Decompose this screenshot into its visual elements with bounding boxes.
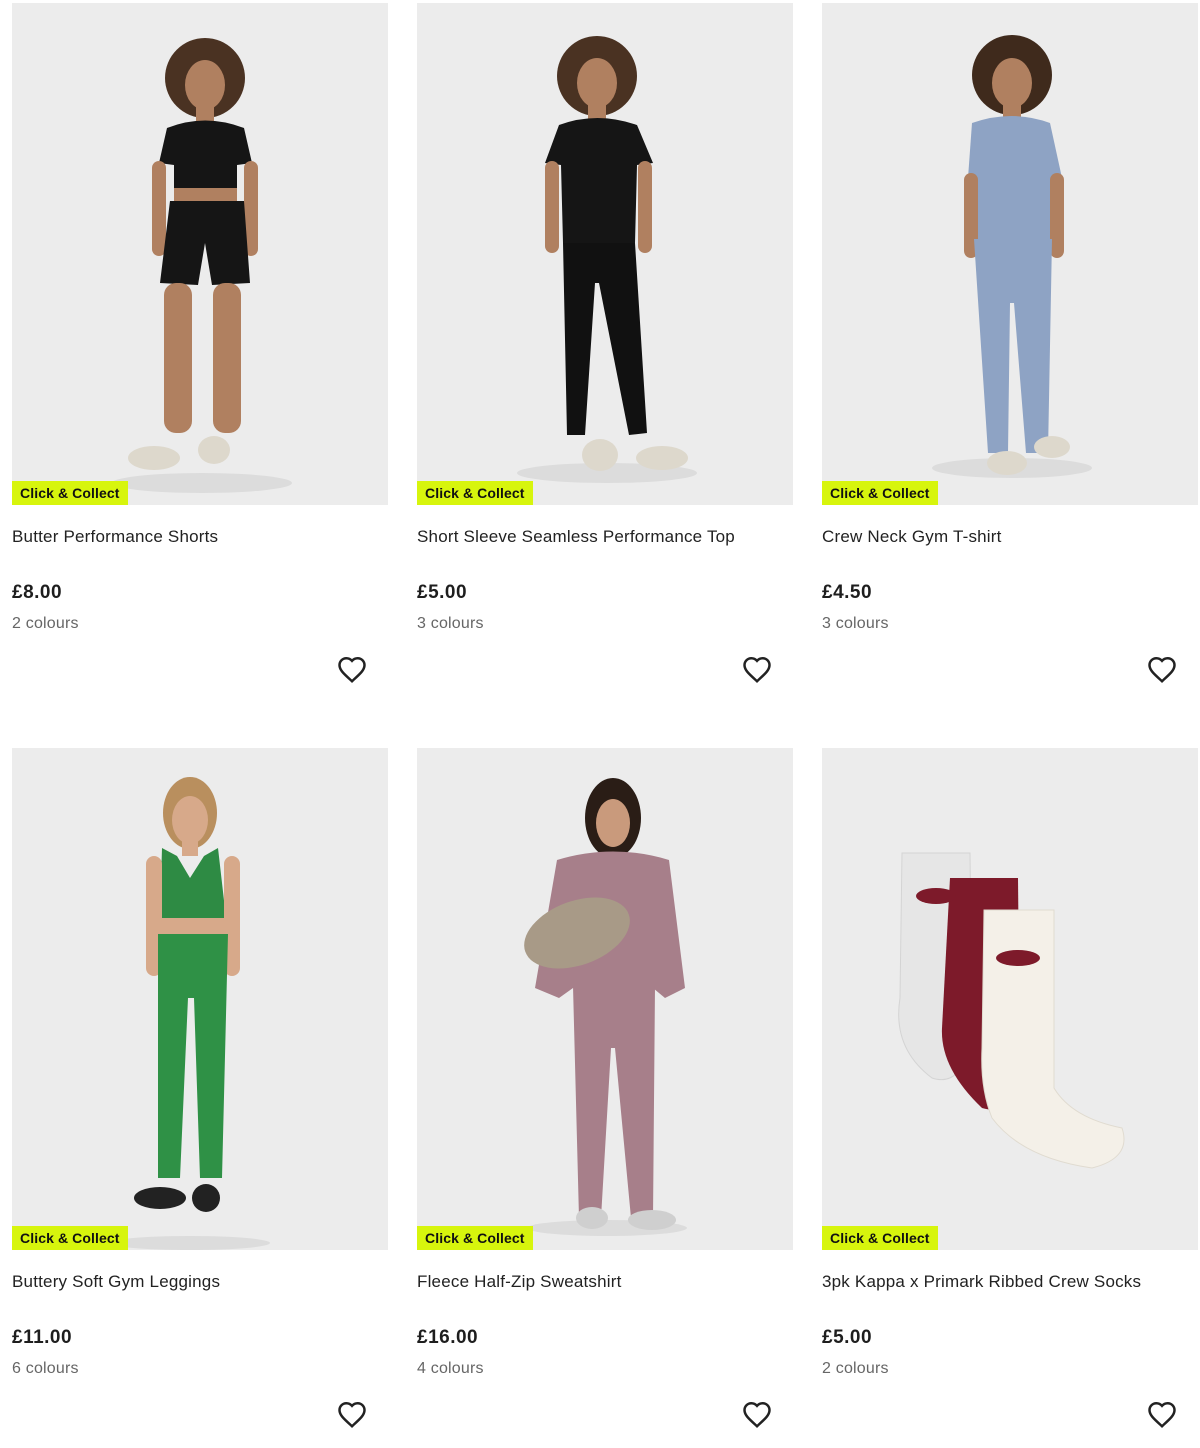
product-colours: 3 colours: [417, 615, 484, 632]
product-price: £8.00: [12, 582, 63, 603]
product-colours: 3 colours: [822, 615, 889, 632]
product-card[interactable]: Click & Collect Fleece Half-Zip Sweatshi…: [417, 748, 793, 1448]
heart-outline-icon[interactable]: [337, 1400, 367, 1430]
product-price: £4.50: [822, 582, 873, 603]
heart-outline-icon[interactable]: [1147, 655, 1177, 685]
heart-outline-icon[interactable]: [1147, 1400, 1177, 1430]
product-grid: Click & Collect Butter Performance Short…: [0, 0, 1200, 1432]
heart-outline-icon[interactable]: [742, 1400, 772, 1430]
product-card[interactable]: Click & Collect 3pk Kappa x Primark Ribb…: [822, 748, 1198, 1448]
product-title[interactable]: Buttery Soft Gym Leggings: [12, 1272, 220, 1292]
click-collect-badge: Click & Collect: [822, 1226, 938, 1250]
product-image[interactable]: Click & Collect: [822, 3, 1198, 505]
product-colours: 2 colours: [822, 1360, 889, 1377]
product-price: £16.00: [417, 1327, 479, 1348]
product-title[interactable]: 3pk Kappa x Primark Ribbed Crew Socks: [822, 1272, 1141, 1292]
product-title[interactable]: Crew Neck Gym T-shirt: [822, 527, 1002, 547]
click-collect-badge: Click & Collect: [417, 1226, 533, 1250]
product-image[interactable]: Click & Collect: [12, 3, 388, 505]
heart-outline-icon[interactable]: [337, 655, 367, 685]
product-colours: 2 colours: [12, 615, 79, 632]
click-collect-badge: Click & Collect: [822, 481, 938, 505]
product-card[interactable]: Click & Collect Buttery Soft Gym Legging…: [12, 748, 388, 1448]
heart-outline-icon[interactable]: [742, 655, 772, 685]
product-title[interactable]: Short Sleeve Seamless Performance Top: [417, 527, 735, 547]
click-collect-badge: Click & Collect: [417, 481, 533, 505]
click-collect-badge: Click & Collect: [12, 1226, 128, 1250]
product-price: £5.00: [417, 582, 468, 603]
product-title[interactable]: Fleece Half-Zip Sweatshirt: [417, 1272, 622, 1292]
product-title[interactable]: Butter Performance Shorts: [12, 527, 218, 547]
product-image[interactable]: Click & Collect: [12, 748, 388, 1250]
product-card[interactable]: Click & Collect Crew Neck Gym T-shirt £4…: [822, 3, 1198, 703]
product-card[interactable]: Click & Collect Butter Performance Short…: [12, 3, 388, 703]
product-image[interactable]: Click & Collect: [417, 3, 793, 505]
product-image[interactable]: Click & Collect: [417, 748, 793, 1250]
product-colours: 4 colours: [417, 1360, 484, 1377]
product-price: £5.00: [822, 1327, 873, 1348]
product-price: £11.00: [12, 1327, 73, 1348]
product-image[interactable]: Click & Collect: [822, 748, 1198, 1250]
click-collect-badge: Click & Collect: [12, 481, 128, 505]
product-colours: 6 colours: [12, 1360, 79, 1377]
product-card[interactable]: Click & Collect Short Sleeve Seamless Pe…: [417, 3, 793, 703]
